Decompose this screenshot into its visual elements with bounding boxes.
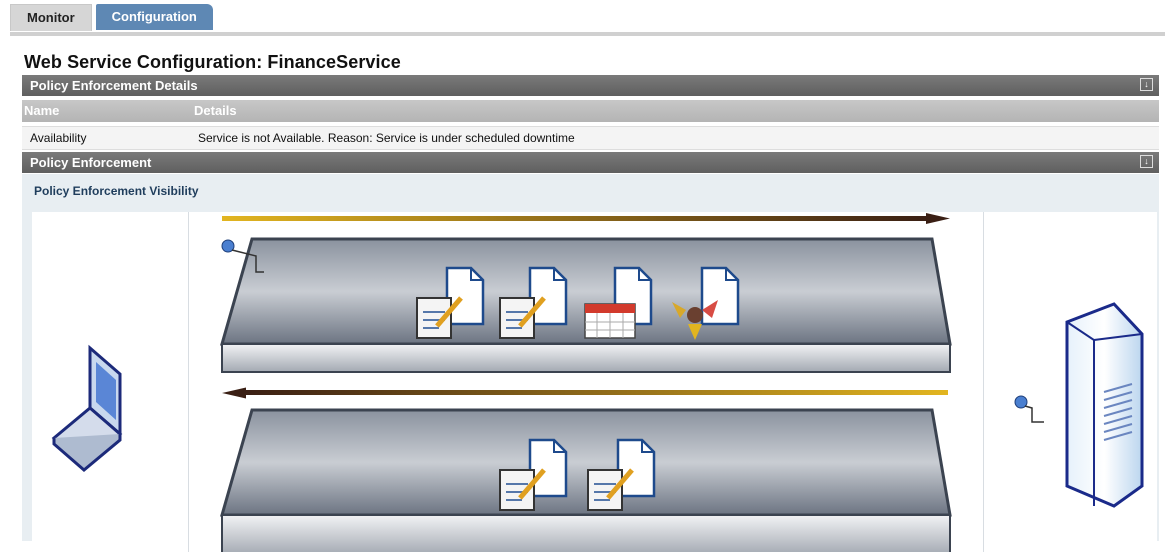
details-table-header: Name Details <box>22 100 1159 122</box>
tab-configuration[interactable]: Configuration <box>95 4 213 30</box>
column-header-details: Details <box>194 103 237 118</box>
policy-enforcement-header: Policy Enforcement ↓ <box>22 152 1159 173</box>
column-header-name: Name <box>24 103 60 118</box>
tab-monitor[interactable]: Monitor <box>10 4 92 31</box>
row-name-cell: Availability <box>30 131 87 145</box>
page-title: Web Service Configuration: FinanceServic… <box>24 52 401 72</box>
policy-enforcement-visibility-panel: Policy Enforcement Visibility <box>22 174 1159 552</box>
response-policy-platform <box>220 408 952 552</box>
policy-flow-diagram <box>32 212 1157 552</box>
configuration-panel: Web Service Configuration: FinanceServic… <box>10 40 1159 552</box>
policy-enforcement-details-header: Policy Enforcement Details ↓ <box>22 75 1159 96</box>
row-details-cell: Service is not Available. Reason: Servic… <box>198 131 575 145</box>
collapse-enforcement-icon[interactable]: ↓ <box>1140 155 1153 168</box>
visibility-title: Policy Enforcement Visibility <box>34 184 199 198</box>
collapse-details-icon[interactable]: ↓ <box>1140 78 1153 91</box>
policy-enforcement-details-title: Policy Enforcement Details <box>30 78 198 93</box>
tab-underline <box>10 32 1165 36</box>
tab-bar: Monitor Configuration <box>10 4 217 32</box>
policy-enforcement-title: Policy Enforcement <box>30 155 152 170</box>
table-row: Availability Service is not Available. R… <box>22 126 1159 150</box>
